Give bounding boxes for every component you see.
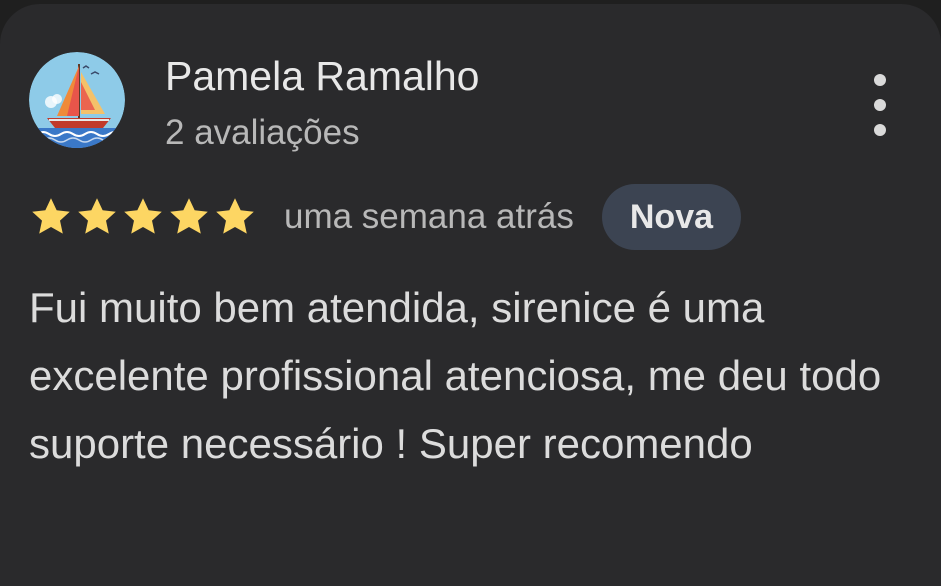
star-icon [216,198,254,234]
review-text: Fui muito bem atendida, sirenice é uma e… [29,284,882,467]
review-card: Pamela Ramalho 2 avaliações uma semana a… [0,4,941,586]
more-vert-icon [874,74,886,86]
star-icon [170,198,208,234]
new-badge: Nova [601,184,742,250]
star-icon [32,198,70,234]
rating-row: uma semana atrás Nova [28,184,742,250]
avatar[interactable] [29,52,125,148]
author-name[interactable]: Pamela Ramalho [165,48,480,104]
author-review-count: 2 avaliações [165,113,360,152]
sailboat-icon [29,52,125,148]
more-options-button[interactable] [858,70,902,140]
star-icon [78,198,116,234]
star-icon [124,198,162,234]
star-rating [28,194,258,240]
review-time: uma semana atrás [284,197,574,236]
